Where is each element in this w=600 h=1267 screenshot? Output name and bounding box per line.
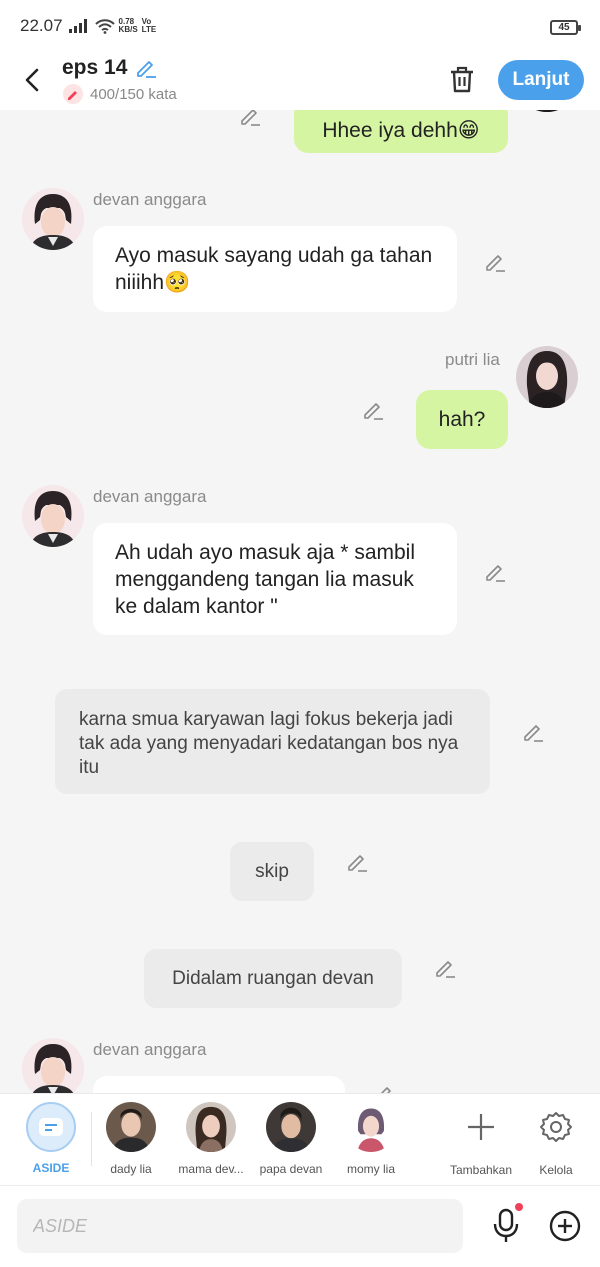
avatar-putri-lia-partial [516, 110, 578, 112]
microphone-icon[interactable] [490, 1208, 522, 1244]
next-button[interactable]: Lanjut [498, 60, 584, 100]
avatar-putri-lia[interactable] [516, 346, 578, 408]
character-label: dady lia [110, 1162, 152, 1176]
edit-narration-icon[interactable] [345, 850, 369, 874]
add-label: Tambahkan [449, 1163, 513, 1177]
status-time: 22.07 [20, 16, 63, 35]
gear-icon [540, 1112, 572, 1142]
back-arrow-icon[interactable] [20, 66, 44, 94]
word-count: 400/150 kata [90, 86, 177, 103]
character-avatar [186, 1102, 236, 1152]
sender-name: devan anggara [93, 1040, 207, 1059]
character-selector: ASIDE dady lia mama dev... papa devan mo… [0, 1093, 600, 1185]
character-papa-devan[interactable]: papa devan [251, 1102, 331, 1176]
status-bar: 22.07 0.78 KB/S Vo LTE 45 [0, 0, 600, 52]
edit-message-icon[interactable] [483, 250, 507, 274]
episode-title[interactable]: eps 14 [62, 56, 127, 80]
message-incoming[interactable]: Ah udah ayo masuk aja * sambil menggande… [93, 523, 457, 635]
character-label: momy lia [346, 1162, 395, 1176]
message-text: hah? [438, 407, 486, 431]
word-count-pencil-icon [63, 84, 83, 104]
plus-icon [468, 1114, 494, 1140]
character-label: ASIDE [32, 1161, 70, 1175]
character-avatar [106, 1102, 156, 1152]
input-bar [0, 1185, 600, 1267]
sender-name: devan anggara [93, 487, 207, 506]
edit-title-icon[interactable] [134, 56, 158, 80]
message-incoming-partial[interactable] [93, 1076, 345, 1093]
message-outgoing[interactable]: hah? [416, 390, 508, 449]
volte-indicator: Vo LTE [141, 17, 157, 34]
character-mama-devan[interactable]: mama dev... [171, 1102, 251, 1176]
edit-message-icon[interactable] [372, 1082, 396, 1093]
character-aside[interactable]: ASIDE [11, 1102, 91, 1175]
manage-button[interactable]: Kelola [516, 1102, 596, 1177]
character-label: mama dev... [178, 1162, 244, 1176]
add-circle-icon[interactable] [549, 1210, 581, 1242]
aside-icon [26, 1102, 76, 1152]
edit-message-icon[interactable] [483, 560, 507, 584]
avatar-devan[interactable] [22, 188, 84, 250]
message-input[interactable] [17, 1199, 463, 1253]
character-dady-lia[interactable]: dady lia [91, 1102, 171, 1176]
manage-label: Kelola [539, 1163, 573, 1177]
avatar-devan[interactable] [22, 485, 84, 547]
trash-icon[interactable] [448, 64, 476, 94]
chat-area[interactable]: Hhee iya dehh😁 devan anggara Ayo masuk s… [0, 110, 600, 1093]
sender-name: devan anggara [93, 190, 207, 209]
narration-block[interactable]: karna smua karyawan lagi fokus bekerja j… [55, 689, 490, 794]
character-momy-lia[interactable]: momy lia [331, 1102, 411, 1176]
character-label: papa devan [259, 1162, 323, 1176]
character-avatar [346, 1102, 396, 1152]
sender-name: putri lia [445, 350, 500, 369]
character-avatar [266, 1102, 316, 1152]
message-text: Hhee iya dehh😁 [322, 119, 480, 142]
signal-icon [68, 19, 87, 33]
narration-text: Didalam ruangan devan [172, 967, 374, 989]
edit-message-icon[interactable] [361, 398, 385, 422]
add-character-button[interactable]: Tambahkan [441, 1102, 521, 1177]
message-outgoing[interactable]: Hhee iya dehh😁 [294, 110, 508, 153]
editor-header: eps 14 400/150 kata Lanjut [0, 52, 600, 110]
avatar-devan[interactable] [22, 1038, 84, 1093]
edit-narration-icon[interactable] [521, 720, 545, 744]
notification-dot [515, 1203, 523, 1211]
battery-icon: 45 [550, 20, 581, 35]
message-incoming[interactable]: Ayo masuk sayang udah ga tahan niiihh🥺 [93, 226, 457, 312]
narration-block[interactable]: Didalam ruangan devan [144, 949, 402, 1008]
edit-message-icon[interactable] [238, 110, 262, 128]
narration-block[interactable]: skip [230, 842, 314, 901]
narration-text: skip [255, 860, 289, 882]
edit-narration-icon[interactable] [433, 956, 457, 980]
network-speed: 0.78 KB/S [118, 17, 138, 34]
wifi-icon [94, 19, 115, 34]
